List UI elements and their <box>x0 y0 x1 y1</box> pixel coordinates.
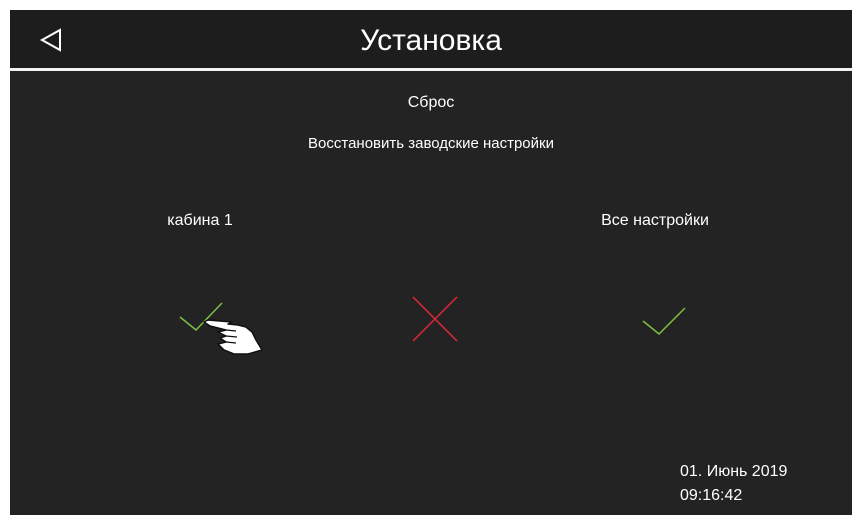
date-time-display: 01. Июнь 2019 09:16:42 <box>680 460 787 508</box>
current-time: 09:16:42 <box>680 487 743 504</box>
checkmark-icon[interactable] <box>635 297 695 337</box>
section-subtitle: Восстановить заводские настройки <box>308 135 554 152</box>
hand-pointer-icon <box>202 310 268 358</box>
option-label-cabin: кабина 1 <box>167 212 233 229</box>
cancel-button[interactable] <box>406 290 464 348</box>
confirm-all-settings-button[interactable] <box>635 297 695 337</box>
header-divider <box>10 68 852 71</box>
device-screen: Установка Сброс Восстановить заводские н… <box>10 10 852 515</box>
header-bar: Установка <box>10 10 852 68</box>
section-title: Сброс <box>407 94 455 111</box>
cross-icon[interactable] <box>406 290 464 348</box>
page-title: Установка <box>360 24 502 57</box>
current-date: 01. Июнь 2019 <box>680 463 788 480</box>
option-label-all-settings: Все настройки <box>601 212 709 229</box>
